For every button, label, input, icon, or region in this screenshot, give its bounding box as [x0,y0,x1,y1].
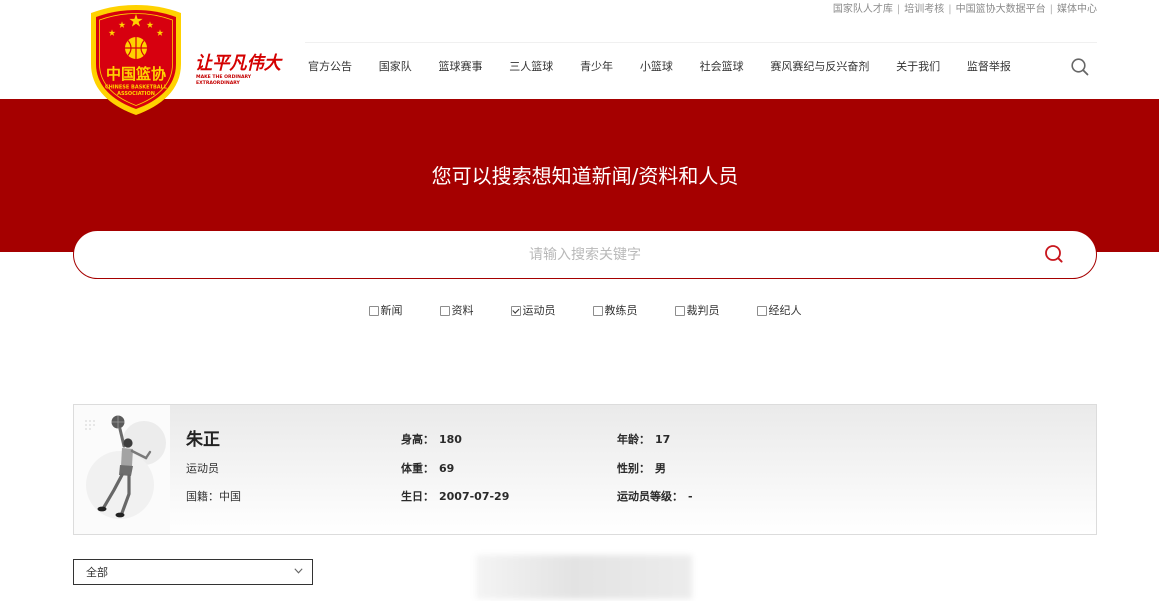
decor-dots [85,420,95,430]
field-value: 中国 [219,490,241,503]
basketball-player-icon [85,415,166,519]
top-link-media-center[interactable]: 媒体中心 [1057,3,1097,17]
field-label: 生日： [401,490,434,503]
top-link-separator: | [1049,4,1053,15]
field-value: 69 [439,462,455,475]
athlete-name: 朱正 [186,430,220,450]
filter-label: 运动员 [522,304,556,317]
top-link-talent-pool[interactable]: 国家队人才库 [833,3,893,17]
slogan-en-text: MAKE THE ORDINARY [196,74,252,80]
nav-search-button[interactable] [1070,57,1090,77]
athlete-result-card[interactable]: 朱正 运动员 国籍：中国 身高： 180 体重： 69 生日： 2007-07-29 … [73,404,1097,535]
cba-shield-logo-icon: 中国篮协 CHINESE BASKETBALL ASSOCIATION [91,5,181,115]
search-icon [1071,58,1089,76]
checkbox-box [510,306,521,316]
checkbox-box [756,306,767,316]
filter-label: 新闻 [380,304,403,317]
checkbox-box [674,306,685,316]
athlete-age: 年龄： 17 [617,432,670,448]
shoe [115,512,125,518]
main-nav: 官方公告 国家队 篮球赛事 三人篮球 青少年 小篮球 社会篮球 赛风赛纪与反兴奋… [308,59,1011,75]
nav-item-competitions[interactable]: 篮球赛事 [439,59,483,75]
head [123,438,133,448]
nav-item-youth[interactable]: 青少年 [580,59,613,75]
field-label: 国籍： [186,490,219,503]
athlete-height: 身高： 180 [401,432,462,448]
slogan-en-text: EXTRAORDINARY [196,80,241,86]
top-link-separator: | [896,4,901,15]
field-label: 体重： [401,462,434,475]
logo-en-text: ASSOCIATION [117,91,155,97]
field-value: 男 [655,462,666,475]
slogan: 让平凡伟大 MAKE THE ORDINARY EXTRAORDINARY [193,44,285,86]
checkbox-box [368,306,379,316]
field-value: 2007-07-29 [439,490,510,503]
athlete-birthday: 生日： 2007-07-29 [401,489,509,505]
filter-athletes[interactable]: 运动员 [510,304,556,318]
nav-item-social-basketball[interactable]: 社会篮球 [700,59,744,75]
header-divider [305,42,1097,43]
basketball-icon [125,37,147,59]
hero-title: 您可以搜索想知道新闻/资料和人员 [431,164,739,188]
field-label: 年龄： [617,433,650,446]
athlete-level: 运动员等级： - [617,489,693,505]
nav-item-report[interactable]: 监督举报 [967,59,1011,75]
field-label: 性别： [617,462,650,475]
slogan-cn-text: 让平凡伟大 [195,53,283,74]
field-value: 17 [655,433,671,446]
athlete-gender: 性别： 男 [617,461,666,477]
field-value: 180 [439,433,462,446]
result-type-select[interactable]: 全部 [73,559,313,585]
top-utility-links: 国家队人才库 | 培训考核 | 中国篮协大数据平台 | 媒体中心 [833,3,1097,17]
loading-placeholder [476,555,692,599]
nav-item-mini-basketball[interactable]: 小篮球 [640,59,673,75]
result-type-dropdown: 全部 [73,559,313,585]
logo-cn-text: 中国篮协 [106,65,166,83]
search-submit-button[interactable] [1043,243,1065,265]
decor-circle [86,451,154,519]
filter-referees[interactable]: 裁判员 [674,304,720,318]
search-bar [73,230,1097,279]
field-label: 身高： [401,433,434,446]
slogan-graphic: 让平凡伟大 MAKE THE ORDINARY EXTRAORDINARY [195,53,283,86]
athlete-photo [74,405,170,534]
search-icon [1045,245,1063,263]
athlete-weight: 体重： 69 [401,461,454,477]
athlete-nationality: 国籍：中国 [186,489,241,505]
filter-news[interactable]: 新闻 [368,304,403,318]
filter-label: 经纪人 [768,304,802,317]
shoe [97,506,107,512]
filter-coaches[interactable]: 教练员 [592,304,638,318]
nav-item-national-team[interactable]: 国家队 [379,59,412,75]
search-input[interactable] [136,231,1034,278]
top-link-separator: | [948,4,952,15]
checkbox-box [592,306,603,316]
checkbox-box [439,306,450,316]
top-link-data-platform[interactable]: 中国篮协大数据平台 [956,3,1046,17]
filter-materials[interactable]: 资料 [439,304,474,318]
field-value: - [688,490,693,503]
nav-item-about-us[interactable]: 关于我们 [896,59,940,75]
nav-item-announcements[interactable]: 官方公告 [308,59,352,75]
filter-agents[interactable]: 经纪人 [756,304,802,318]
filter-label: 裁判员 [686,304,720,317]
filter-label: 教练员 [604,304,638,317]
cba-logo[interactable]: 中国篮协 CHINESE BASKETBALL ASSOCIATION [88,4,184,116]
nav-item-discipline-antidoping[interactable]: 赛风赛纪与反兴奋剂 [770,59,869,75]
search-type-filters: 新闻 资料 运动员 教练员 裁判员 经纪人 [73,304,1097,318]
top-link-training[interactable]: 培训考核 [904,3,944,17]
filter-label: 资料 [451,304,474,317]
logo-en-text: CHINESE BASKETBALL [105,85,168,91]
nav-item-3x3[interactable]: 三人篮球 [509,59,553,75]
athlete-role: 运动员 [186,462,219,475]
field-label: 运动员等级： [617,490,683,503]
